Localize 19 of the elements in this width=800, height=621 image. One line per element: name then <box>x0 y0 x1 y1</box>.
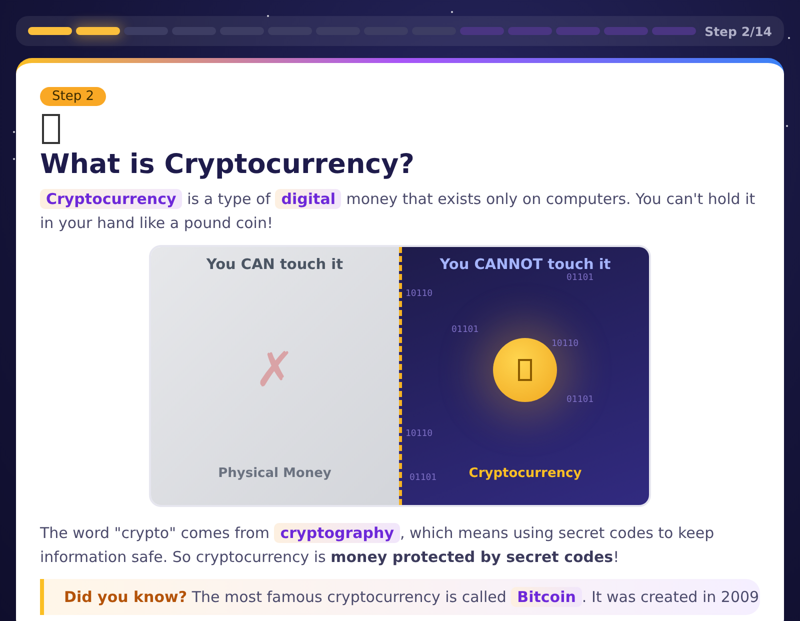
fact-text: Did you know? The most famous cryptocurrency is called Bitcoin . It was created in 2009 <box>64 586 760 609</box>
binary-text: 01101 <box>452 325 479 335</box>
binary-text: 01101 <box>566 395 594 405</box>
binary-text: 10110 <box>406 289 433 299</box>
missing-glyph-icon <box>42 114 60 144</box>
binary-text: 01101 <box>566 273 594 283</box>
explanation-paragraph: The word "crypto" comes from cryptography , which means using secret codes to keep information safe. So cryptocurrency is money protected by secret codes! <box>40 522 716 568</box>
missing-glyph-icon <box>518 358 532 380</box>
lesson-title: What is Cryptocurrency? <box>40 148 416 182</box>
panel-caption: Physical Money <box>218 466 332 481</box>
step-badge: Step 2 <box>40 87 106 106</box>
intro-paragraph: Cryptocurrency is a type of digital money that exists only on computers. You can't hold it in your hand like a pound coin! <box>40 188 756 234</box>
binary-text: 01101 <box>410 473 437 483</box>
panel-caption: Cryptocurrency <box>468 466 582 481</box>
panel-heading: You CAN touch it <box>206 257 344 273</box>
binary-text: 10110 <box>552 339 579 349</box>
binary-text: 10110 <box>406 429 433 439</box>
cross-mark: ✗ <box>254 342 295 398</box>
panel-heading: You CANNOT touch it <box>440 257 611 273</box>
